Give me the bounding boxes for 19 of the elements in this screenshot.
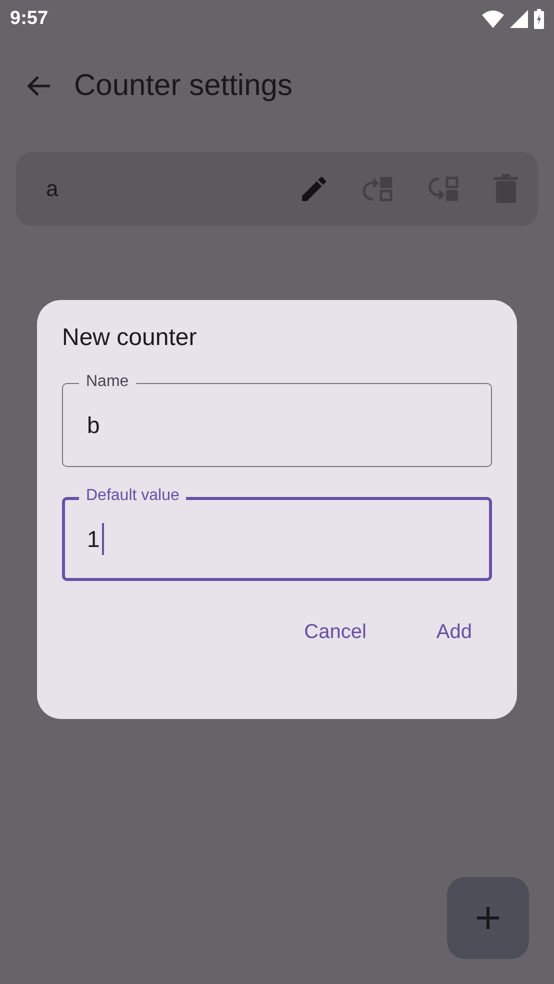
- text-cursor: [102, 523, 104, 555]
- back-button[interactable]: [26, 74, 52, 98]
- wifi-icon: [482, 10, 504, 28]
- trash-icon: [492, 173, 520, 205]
- status-time: 9:57: [10, 8, 48, 30]
- text-field[interactable]: Default value 1: [62, 485, 492, 581]
- dialog-title: New counter: [62, 324, 198, 352]
- add-button[interactable]: [447, 877, 529, 959]
- back-arrow-icon: [26, 74, 52, 98]
- dialog-button[interactable]: Cancel: [284, 611, 386, 654]
- counter-name: a: [46, 176, 58, 202]
- dialog-button[interactable]: Add: [416, 611, 492, 654]
- page-title: Counter settings: [74, 69, 292, 103]
- text-field[interactable]: Name b: [62, 371, 492, 467]
- plus-icon: [475, 905, 501, 931]
- field-value: 1: [87, 526, 100, 552]
- field-value: b: [87, 412, 100, 438]
- battery-icon: [534, 9, 544, 29]
- signal-icon: [510, 10, 528, 28]
